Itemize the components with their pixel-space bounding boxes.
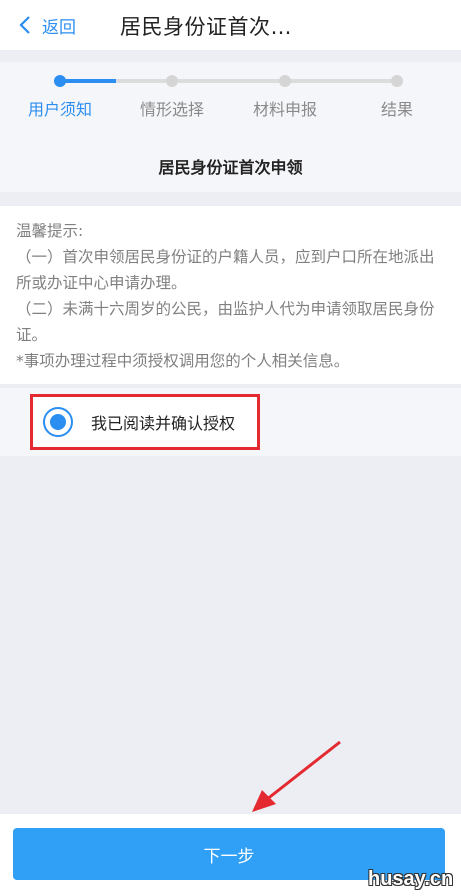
notice-line-3: *事项办理过程中须授权调用您的个人相关信息。 [16, 352, 350, 370]
step-label-result: 结果 [380, 100, 413, 119]
back-label: 返回 [42, 17, 76, 38]
radio-button[interactable] [43, 407, 73, 437]
header-bar: 返回 居民身份证首次… [0, 0, 461, 50]
progress-steps: 用户须知 情形选择 材料申报 结果 居民身份证首次申领 [0, 62, 461, 192]
notice-heading: 温馨提示: [16, 222, 84, 240]
chevron-left-icon [19, 16, 30, 34]
step-label-situation: 情形选择 [139, 100, 204, 119]
back-button[interactable]: 返回 [18, 10, 76, 40]
confirm-label: 我已阅读并确认授权 [91, 414, 236, 433]
page-title: 居民身份证首次… [120, 15, 292, 39]
radio-checked-dot [50, 414, 66, 430]
notice-panel: 温馨提示: （一）首次申领居民身份证的户籍人员，应到户口所在地派出所或办证中心申… [0, 206, 461, 384]
notice-line-1: （一）首次申领居民身份证的户籍人员，应到户口所在地派出所或办证中心申请办理。 [16, 248, 435, 292]
step-dot-1 [54, 75, 66, 87]
notice-line-2: （二）未满十六周岁的公民，由监护人代为申请领取居民身份证。 [16, 300, 435, 344]
section-title: 居民身份证首次申领 [158, 158, 303, 177]
step-label-materials: 材料申报 [252, 100, 317, 119]
confirm-panel: 我已阅读并确认授权 [0, 388, 461, 456]
red-arrow-icon [252, 740, 341, 812]
step-dot-3 [279, 75, 291, 87]
watermark: husay.cn [368, 868, 454, 890]
confirm-authorization-option[interactable]: 我已阅读并确认授权 [30, 394, 260, 450]
step-dot-2 [166, 75, 178, 87]
step-dot-4 [391, 75, 403, 87]
progress-track-active [60, 79, 116, 83]
step-label-user-notice: 用户须知 [27, 100, 92, 119]
